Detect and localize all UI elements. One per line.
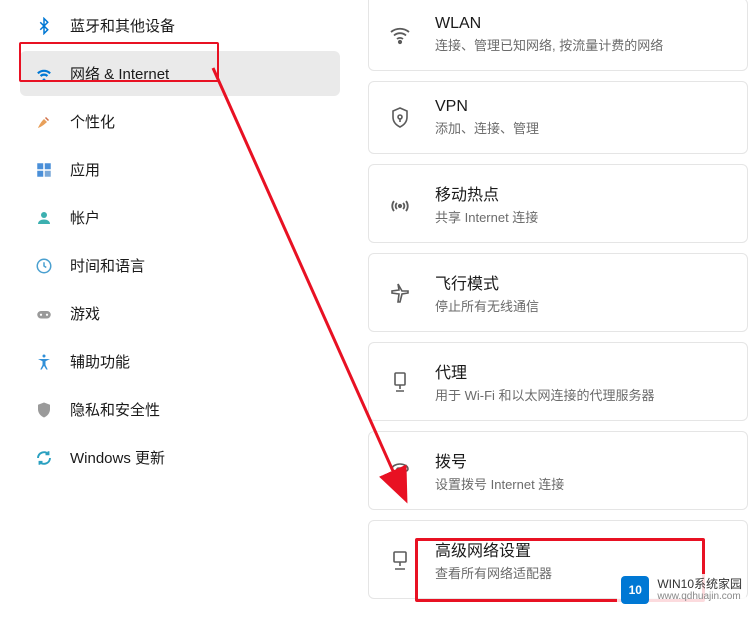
sidebar-item-label: 游戏 xyxy=(70,303,100,324)
sidebar-item-label: 个性化 xyxy=(70,111,115,132)
time-icon xyxy=(34,256,54,276)
watermark-url: www.qdhuajin.com xyxy=(657,591,742,602)
dial-icon xyxy=(387,458,413,484)
sidebar-item-apps[interactable]: 应用 xyxy=(20,147,340,192)
card-title: 飞行模式 xyxy=(435,270,539,294)
watermark-title: WIN10系统家园 xyxy=(657,578,742,591)
shield-icon xyxy=(34,400,54,420)
card-subtitle: 添加、连接、管理 xyxy=(435,118,539,137)
gamepad-icon xyxy=(34,304,54,324)
card-title: 移动热点 xyxy=(435,181,538,205)
watermark-logo: 10 xyxy=(621,576,649,604)
brush-icon xyxy=(34,112,54,132)
card-title: 拨号 xyxy=(435,448,564,472)
sidebar-item-personalize[interactable]: 个性化 xyxy=(20,99,340,144)
sidebar-item-label: Windows 更新 xyxy=(70,447,165,468)
sidebar-item-network[interactable]: 网络 & Internet xyxy=(20,51,340,96)
accessibility-icon xyxy=(34,352,54,372)
bluetooth-icon xyxy=(34,16,54,36)
sidebar-item-update[interactable]: Windows 更新 xyxy=(20,435,340,480)
airplane-icon xyxy=(387,280,413,306)
setting-card-hotspot[interactable]: 移动热点 共享 Internet 连接 xyxy=(368,164,748,243)
sidebar-item-label: 帐户 xyxy=(70,207,100,228)
hotspot-icon xyxy=(387,191,413,217)
wifi-icon xyxy=(34,64,54,84)
sidebar-item-accounts[interactable]: 帐户 xyxy=(20,195,340,240)
card-title: VPN xyxy=(435,98,539,116)
watermark: 10 WIN10系统家园 www.qdhuajin.com xyxy=(617,574,746,606)
update-icon xyxy=(34,448,54,468)
sidebar-item-label: 应用 xyxy=(70,159,100,180)
content-area: WLAN 连接、管理已知网络, 按流量计费的网络 VPN 添加、连接、管理 移动… xyxy=(360,0,748,622)
card-title: 代理 xyxy=(435,359,655,383)
card-subtitle: 连接、管理已知网络, 按流量计费的网络 xyxy=(435,35,663,54)
sidebar-item-label: 辅助功能 xyxy=(70,351,130,372)
setting-card-airplane[interactable]: 飞行模式 停止所有无线通信 xyxy=(368,253,748,332)
sidebar-item-label: 蓝牙和其他设备 xyxy=(70,15,175,36)
setting-card-vpn[interactable]: VPN 添加、连接、管理 xyxy=(368,81,748,154)
sidebar-item-bluetooth[interactable]: 蓝牙和其他设备 xyxy=(20,3,340,48)
card-subtitle: 用于 Wi-Fi 和以太网连接的代理服务器 xyxy=(435,385,655,404)
sidebar-item-timelanguage[interactable]: 时间和语言 xyxy=(20,243,340,288)
sidebar-item-gaming[interactable]: 游戏 xyxy=(20,291,340,336)
sidebar-item-accessibility[interactable]: 辅助功能 xyxy=(20,339,340,384)
card-title: WLAN xyxy=(435,15,663,33)
apps-icon xyxy=(34,160,54,180)
sidebar-item-label: 时间和语言 xyxy=(70,255,145,276)
card-subtitle: 查看所有网络适配器 xyxy=(435,563,552,582)
vpn-shield-icon xyxy=(387,105,413,131)
card-subtitle: 设置拨号 Internet 连接 xyxy=(435,474,564,493)
person-icon xyxy=(34,208,54,228)
setting-card-wlan[interactable]: WLAN 连接、管理已知网络, 按流量计费的网络 xyxy=(368,0,748,71)
setting-card-proxy[interactable]: 代理 用于 Wi-Fi 和以太网连接的代理服务器 xyxy=(368,342,748,421)
sidebar-item-label: 网络 & Internet xyxy=(70,63,169,84)
proxy-icon xyxy=(387,369,413,395)
setting-card-dial[interactable]: 拨号 设置拨号 Internet 连接 xyxy=(368,431,748,510)
card-subtitle: 停止所有无线通信 xyxy=(435,296,539,315)
card-title: 高级网络设置 xyxy=(435,537,552,561)
card-subtitle: 共享 Internet 连接 xyxy=(435,207,538,226)
sidebar-item-label: 隐私和安全性 xyxy=(70,399,160,420)
sidebar: 蓝牙和其他设备 网络 & Internet 个性化 应用 帐户 xyxy=(0,0,360,622)
sidebar-item-privacy[interactable]: 隐私和安全性 xyxy=(20,387,340,432)
wifi-icon xyxy=(387,22,413,48)
ethernet-icon xyxy=(387,547,413,573)
